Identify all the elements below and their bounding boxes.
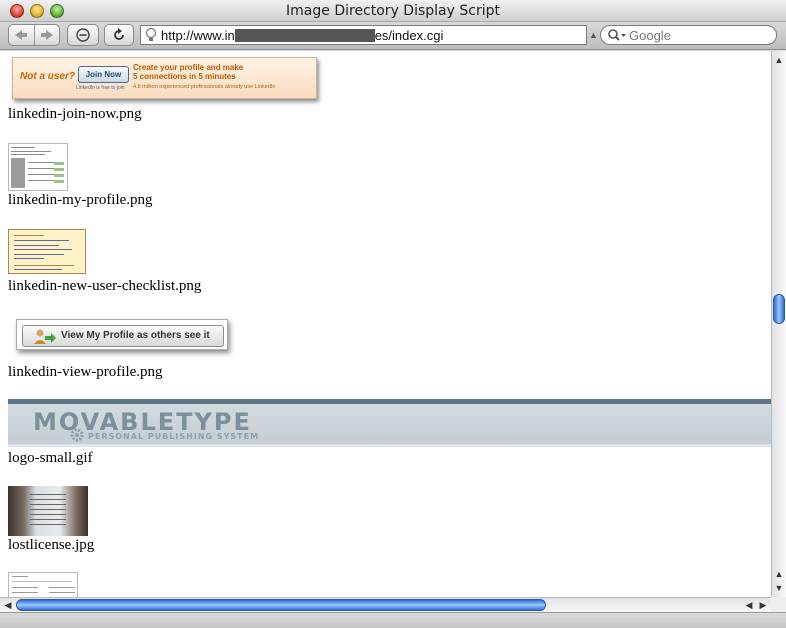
file-name: logo-small.gif [8,450,93,466]
linkedin-join-image[interactable]: Not a user? Join Now LinkedIn is free to… [12,57,317,99]
ad-line-3: 4.8 million experienced professionals al… [133,84,276,90]
join-now-button: Join Now [78,66,129,83]
toolbar: http://www.in es/index.cgi ▲ Google [0,22,786,50]
scroll-up-lower-icon[interactable]: ▲ [772,567,786,581]
back-arrow-icon [15,30,28,40]
file-name: linkedin-my-profile.png [8,192,153,208]
scroll-corner [771,597,786,612]
vertical-scroll-thumb[interactable] [773,294,785,324]
status-bar [0,612,786,628]
not-user-text: Not a user? [20,71,76,82]
file-name: linkedin-view-profile.png [8,364,163,380]
search-field[interactable]: Google [600,25,777,45]
profile-person-icon [34,329,56,344]
back-forward-buttons [8,24,60,46]
gear-icon [70,428,84,442]
lost-license-image[interactable] [8,486,88,536]
address-dropdown-icon[interactable]: ▲ [589,30,598,40]
file-name: linkedin-join-now.png [8,106,142,122]
redacted-url-segment [234,29,375,42]
free-text: LinkedIn is free to join [76,85,125,91]
scroll-right-icon[interactable]: ▶ [756,598,770,612]
search-placeholder: Google [629,28,671,43]
ad-line-2: 5 connections in 5 minutes [133,72,236,81]
scroll-left-icon[interactable]: ◀ [1,598,15,612]
forward-arrow-icon [40,30,53,40]
url-suffix: es/index.cgi [374,28,444,43]
file-name: linkedin-new-user-checklist.png [8,278,202,294]
partial-thumbnail-image[interactable] [8,572,78,597]
ad-line-1: Create your profile and make [133,63,244,72]
reload-button[interactable] [104,24,134,46]
window-title: Image Directory Display Script [286,3,500,19]
scroll-left-lower-icon[interactable]: ◀ [742,598,756,612]
back-button[interactable] [9,25,35,45]
view-profile-text: View My Profile as others see it [61,330,210,341]
forward-button[interactable] [35,25,60,45]
vertical-scrollbar[interactable]: ▲ ▲ ▼ [771,51,786,597]
browser-window: Image Directory Display Script http://ww… [0,0,786,628]
file-name: lostlicense.jpg [8,537,95,553]
scroll-down-icon[interactable]: ▼ [772,581,786,595]
horizontal-scroll-thumb[interactable] [16,599,546,611]
search-icon [608,29,626,41]
reload-icon [114,28,124,40]
site-icon [145,27,157,41]
scroll-up-icon[interactable]: ▲ [772,53,786,67]
title-bar: Image Directory Display Script [0,0,786,22]
movabletype-logo-image[interactable]: MOVABLETYPE PERSONAL PUBLISHING SYSTEM [8,399,771,447]
linkedin-view-profile-image[interactable]: View My Profile as others see it [16,319,228,350]
horizontal-scrollbar[interactable]: ◀ ◀ ▶ [0,597,771,612]
page-content: Not a user? Join Now LinkedIn is free to… [0,51,771,597]
linkedin-checklist-image[interactable] [8,229,86,274]
stop-icon [76,28,90,42]
stop-button[interactable] [67,24,99,46]
movabletype-subtitle: PERSONAL PUBLISHING SYSTEM [88,432,260,441]
url-prefix: http://www.in [161,28,235,43]
linkedin-my-profile-image[interactable] [8,143,68,191]
address-bar[interactable]: http://www.in es/index.cgi [140,25,587,45]
